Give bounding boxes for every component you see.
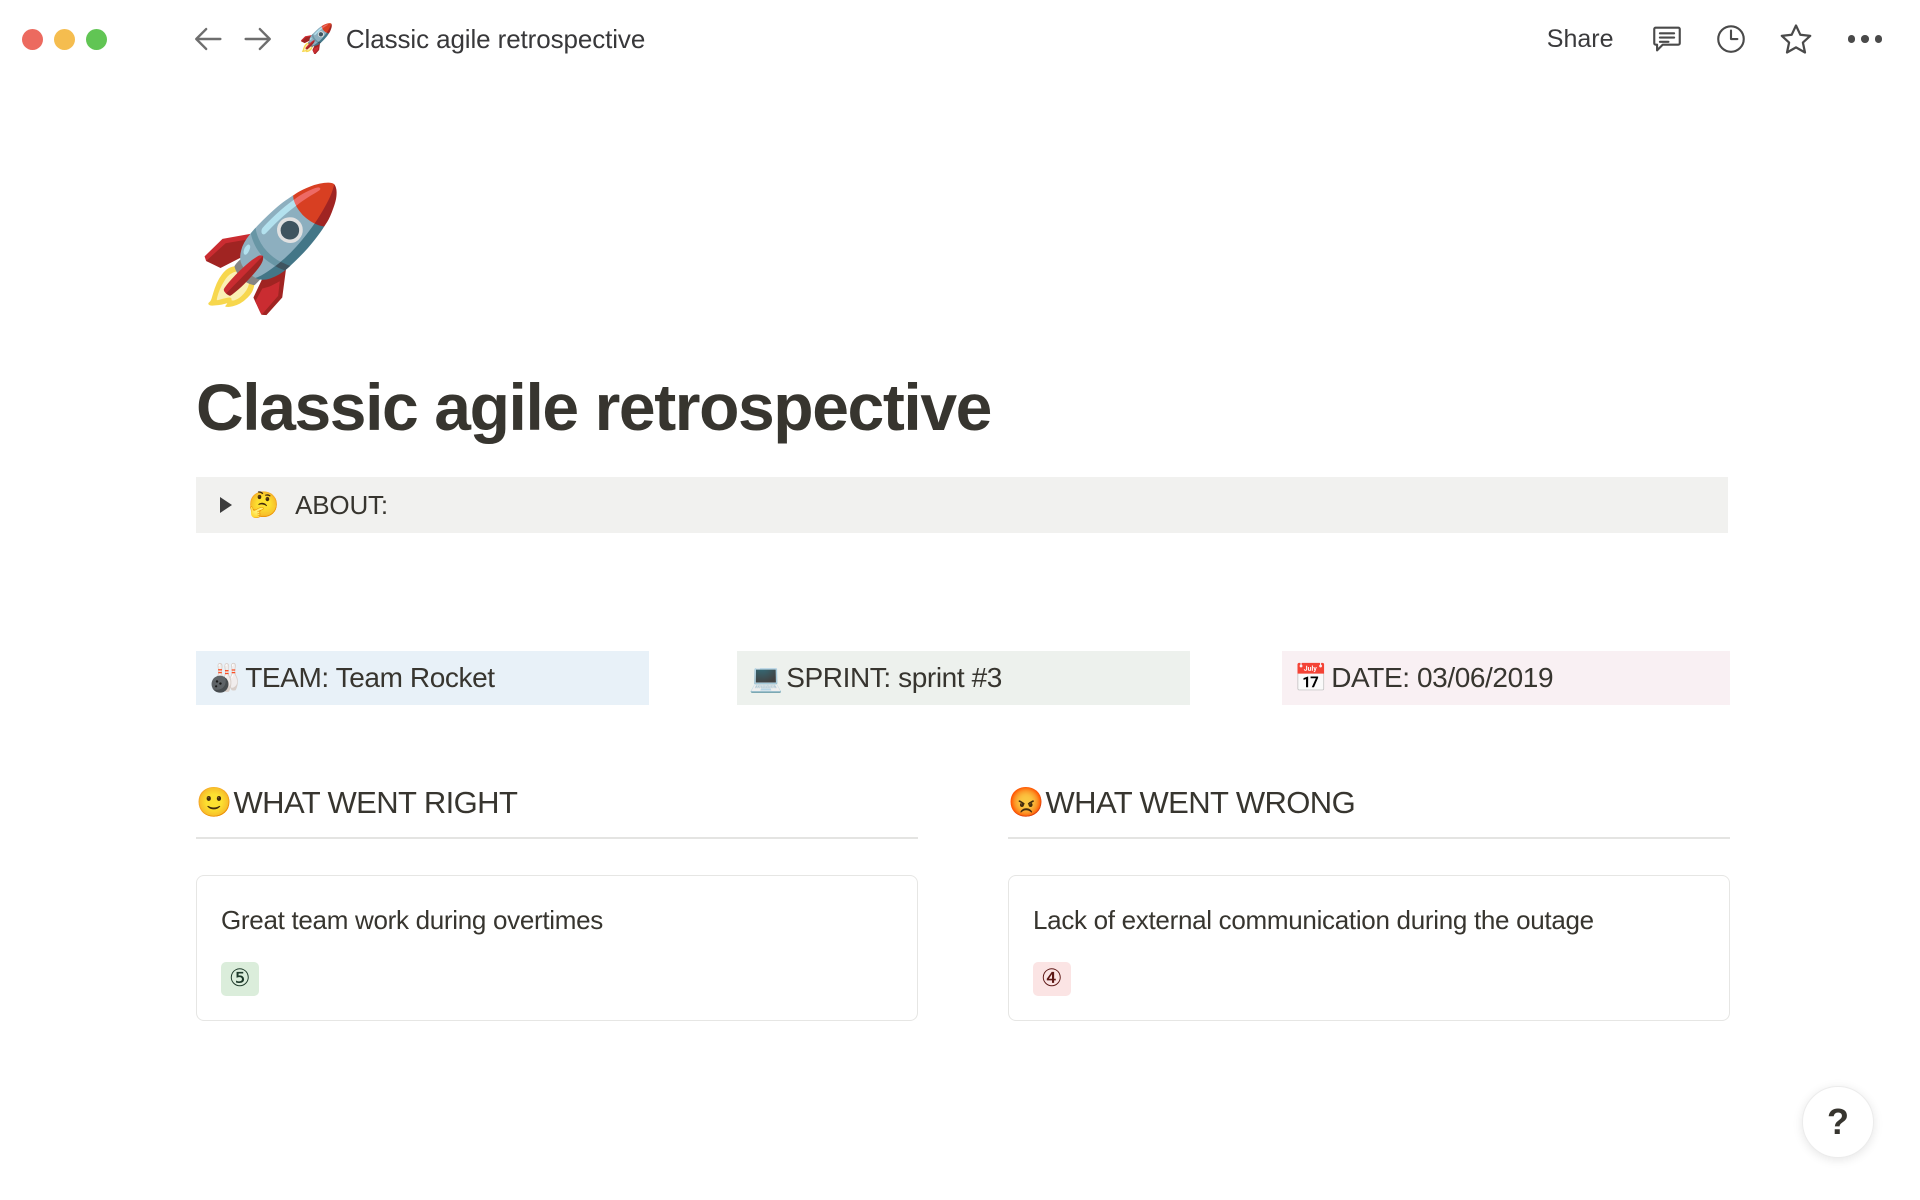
forward-arrow-icon[interactable] [235,17,279,61]
minimize-window-button[interactable] [54,29,75,50]
title-bar: 🚀 Classic agile retrospective Share [0,0,1920,78]
column-what-went-right: 🙂 WHAT WENT RIGHT Great team work during… [196,785,918,1020]
history-clock-icon[interactable] [1714,22,1748,56]
card-item[interactable]: Great team work during overtimes ⑤ [196,875,918,1021]
info-row: 🎳 TEAM: Team Rocket 💻 SPRINT: sprint #3 … [196,651,1730,705]
breadcrumb[interactable]: 🚀 Classic agile retrospective [299,24,645,55]
column-what-went-wrong: 😡 WHAT WENT WRONG Lack of external commu… [1008,785,1730,1020]
comment-icon[interactable] [1650,22,1684,56]
breadcrumb-title[interactable]: Classic agile retrospective [346,24,645,55]
favorite-star-icon[interactable] [1778,21,1814,57]
page-rocket-icon[interactable]: 🚀 [196,188,1730,338]
column-heading-wrong: 😡 WHAT WENT WRONG [1008,785,1730,837]
share-button[interactable]: Share [1541,21,1620,58]
calendar-icon: 📅 [1294,665,1327,692]
info-block-sprint[interactable]: 💻 SPRINT: sprint #3 [737,651,1190,705]
laptop-icon: 💻 [749,665,782,692]
card-badge: ⑤ [221,962,259,996]
card-text: Lack of external communication during th… [1033,904,1705,938]
info-block-sprint-text: SPRINT: sprint #3 [786,662,1002,694]
angry-face-icon: 😡 [1008,789,1044,818]
card-badge: ④ [1033,962,1071,996]
zoom-window-button[interactable] [86,29,107,50]
info-block-date[interactable]: 📅 DATE: 03/06/2019 [1282,651,1730,705]
retro-columns: 🙂 WHAT WENT RIGHT Great team work during… [196,785,1730,1020]
column-heading-right: 🙂 WHAT WENT RIGHT [196,785,918,837]
hamburger-menu-icon[interactable] [129,24,165,54]
page-title[interactable]: Classic agile retrospective [196,372,1730,443]
back-arrow-icon[interactable] [187,17,231,61]
about-toggle-label: ABOUT: [295,490,388,521]
more-options-icon[interactable] [1844,27,1887,51]
window-controls [22,29,107,50]
close-window-button[interactable] [22,29,43,50]
info-block-date-text: DATE: 03/06/2019 [1331,662,1553,694]
thinking-face-icon: 🤔 [248,493,279,518]
column-heading-right-text: WHAT WENT RIGHT [234,785,518,821]
rocket-icon: 🚀 [299,25,334,53]
chevron-right-icon[interactable] [220,497,232,513]
column-heading-wrong-text: WHAT WENT WRONG [1046,785,1356,821]
titlebar-actions: Share [1541,21,1886,58]
app-window: 🚀 Classic agile retrospective Share [0,0,1920,1200]
help-button[interactable]: ? [1802,1086,1874,1158]
slightly-smiling-face-icon: 🙂 [196,789,232,818]
about-toggle-block[interactable]: 🤔 ABOUT: [196,477,1728,533]
info-block-team-text: TEAM: Team Rocket [245,662,494,694]
page-content: 🚀 Classic agile retrospective 🤔 ABOUT: 🎳… [0,78,1920,1021]
info-block-team[interactable]: 🎳 TEAM: Team Rocket [196,651,649,705]
card-item[interactable]: Lack of external communication during th… [1008,875,1730,1021]
bowling-icon: 🎳 [208,665,241,692]
card-text: Great team work during overtimes [221,904,893,938]
divider [196,837,918,839]
divider [1008,837,1730,839]
